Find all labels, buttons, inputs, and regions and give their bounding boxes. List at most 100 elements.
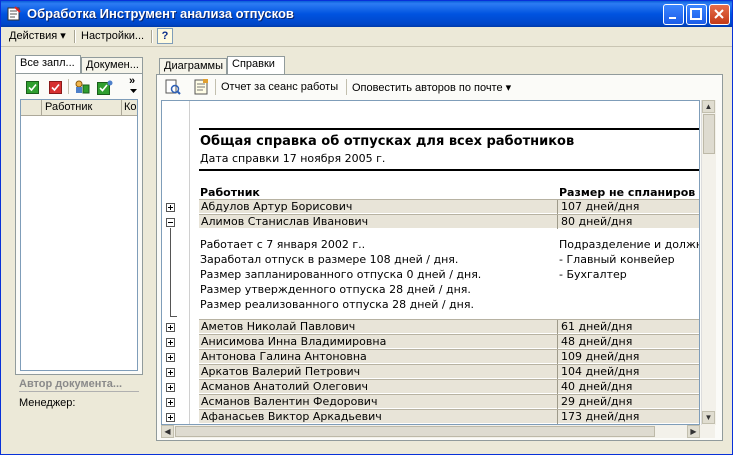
table-row[interactable]: Афанасьев Виктор Аркадьевич 173 дней/дня [199, 409, 699, 424]
expand-toggle[interactable] [166, 353, 175, 362]
scroll-left-arrow[interactable]: ◀ [161, 425, 174, 438]
employee-name: Асманов Анатолий Олегович [201, 380, 369, 393]
employee-name: Алимов Станислав Иванович [201, 215, 369, 228]
report-session-button[interactable]: Отчет за сеанс работы [221, 81, 338, 93]
toolbar-separator [346, 79, 347, 95]
scroll-right-arrow[interactable]: ▶ [687, 425, 700, 438]
tab-documents[interactable]: Докумен... [81, 57, 143, 73]
table-row[interactable]: Асманов Валентин Федорович 29 дней/дня [199, 394, 699, 409]
expand-toggle[interactable] [166, 323, 175, 332]
tab-all-planned[interactable]: Все запл... [15, 55, 81, 73]
report-date: Дата справки 17 ноября 2005 г. [200, 152, 386, 165]
vacation-size: 109 дней/дня [561, 350, 640, 363]
scroll-thumb[interactable] [175, 426, 655, 437]
column-divider [557, 380, 558, 394]
group-bracket [170, 316, 177, 317]
employee-name: Антонова Галина Антоновна [201, 350, 367, 363]
divider [199, 169, 699, 171]
vacation-size: 29 дней/дня [561, 395, 633, 408]
window-title: Обработка Инструмент анализа отпусков [27, 6, 294, 21]
table-row[interactable]: Антонова Галина Антоновна 109 дней/дня [199, 349, 699, 364]
column-divider [557, 335, 558, 349]
author-section-title: Автор документа... [19, 378, 123, 390]
scroll-down-arrow[interactable]: ▼ [702, 411, 715, 424]
mark-checked-icon[interactable] [97, 80, 113, 95]
chevron-down-icon[interactable] [130, 89, 137, 94]
column-divider [557, 365, 558, 379]
column-divider [557, 395, 558, 409]
detail-dept-line: - Бухгалтер [559, 268, 627, 281]
employee-name: Анисимова Инна Владимировна [201, 335, 387, 348]
report-icon[interactable] [193, 79, 209, 95]
table-row[interactable]: Аркатов Валерий Петрович 104 дней/дня [199, 364, 699, 379]
expand-toggle[interactable] [166, 398, 175, 407]
vacation-size: 173 дней/дня [561, 410, 640, 423]
preview-icon[interactable] [165, 79, 181, 95]
reports-toolbar: Отчет за сеанс работы Оповестить авторов… [157, 77, 722, 99]
minimize-icon [669, 17, 676, 19]
column-divider [557, 200, 558, 214]
menu-actions[interactable]: Действия ▾ [9, 29, 66, 44]
expand-toggle[interactable] [166, 413, 175, 422]
toolbar-more-button[interactable]: » [129, 75, 135, 87]
header-employee[interactable]: Работник [45, 101, 92, 113]
divider [19, 391, 139, 392]
column-divider [557, 410, 558, 424]
menu-settings[interactable]: Настройки... [81, 29, 144, 44]
tab-reports[interactable]: Справки [227, 56, 285, 74]
uncheck-all-icon[interactable] [49, 81, 62, 94]
tab-diagrams[interactable]: Диаграммы [159, 58, 227, 74]
employee-name: Асманов Валентин Федорович [201, 395, 378, 408]
report-title: Общая справка об отпусках для всех работ… [200, 134, 575, 149]
vertical-scrollbar[interactable]: ▲ ▼ [701, 100, 716, 425]
table-row[interactable]: Алимов Станислав Иванович 80 дней/дня [199, 214, 699, 229]
column-header-size: Размер не спланиров [559, 186, 696, 199]
vacation-size: 104 дней/дня [561, 365, 640, 378]
close-icon [714, 9, 724, 19]
title-bar[interactable]: Обработка Инструмент анализа отпусков [1, 1, 732, 27]
vacation-size: 48 дней/дня [561, 335, 633, 348]
main-window: Обработка Инструмент анализа отпусков Де… [0, 0, 733, 455]
detail-line: Заработал отпуск в размере 108 дней / дн… [200, 253, 459, 266]
minimize-button[interactable] [663, 4, 684, 25]
help-button[interactable]: ? [157, 28, 173, 44]
menu-separator [151, 30, 153, 43]
list-header: Работник Ко [21, 100, 137, 116]
table-row[interactable]: Анисимова Инна Владимировна 48 дней/дня [199, 334, 699, 349]
collapse-toggle[interactable] [166, 218, 175, 227]
report-document[interactable]: Общая справка об отпусках для всех работ… [161, 100, 700, 425]
table-row[interactable]: Абдулов Артур Борисович 107 дней/дня [199, 199, 699, 214]
scroll-up-arrow[interactable]: ▲ [702, 100, 715, 113]
close-button[interactable] [709, 4, 730, 25]
detail-line: Размер утвержденного отпуска 28 дней / д… [200, 283, 471, 296]
employee-name: Афанасьев Виктор Аркадьевич [201, 410, 382, 423]
header-count[interactable]: Ко [124, 101, 137, 113]
scroll-thumb[interactable] [703, 114, 715, 154]
detail-line: Работает с 7 января 2002 г.. [200, 238, 366, 251]
header-divider [41, 100, 42, 115]
column-divider [557, 215, 558, 229]
vacation-size: 80 дней/дня [561, 215, 633, 228]
detail-line: Размер запланированного отпуска 0 дней /… [200, 268, 482, 281]
expand-toggle[interactable] [166, 203, 175, 212]
maximize-button[interactable] [686, 4, 707, 25]
left-toolbar: » [16, 74, 142, 98]
horizontal-scrollbar[interactable]: ◀ ▶ [161, 425, 715, 438]
vacation-size: 61 дней/дня [561, 320, 633, 333]
employee-name: Аркатов Валерий Петрович [201, 365, 361, 378]
app-icon [7, 6, 21, 21]
toolbar-separator [68, 79, 69, 94]
left-panel: » Работник Ко [15, 73, 143, 375]
employee-list[interactable]: Работник Ко [20, 99, 138, 371]
table-row[interactable]: Асманов Анатолий Олегович 40 дней/дня [199, 379, 699, 394]
divider [199, 128, 699, 130]
expand-toggle[interactable] [166, 383, 175, 392]
detail-line: Размер реализованного отпуска 28 дней / … [200, 298, 474, 311]
table-row[interactable]: Аметов Николай Павлович 61 дней/дня [199, 319, 699, 334]
expand-toggle[interactable] [166, 338, 175, 347]
expand-toggle[interactable] [166, 368, 175, 377]
notify-authors-button[interactable]: Оповестить авторов по почте ▾ [352, 81, 511, 94]
manager-label: Менеджер: [19, 397, 76, 409]
check-all-icon[interactable] [26, 81, 39, 94]
select-employees-icon[interactable] [74, 80, 90, 95]
